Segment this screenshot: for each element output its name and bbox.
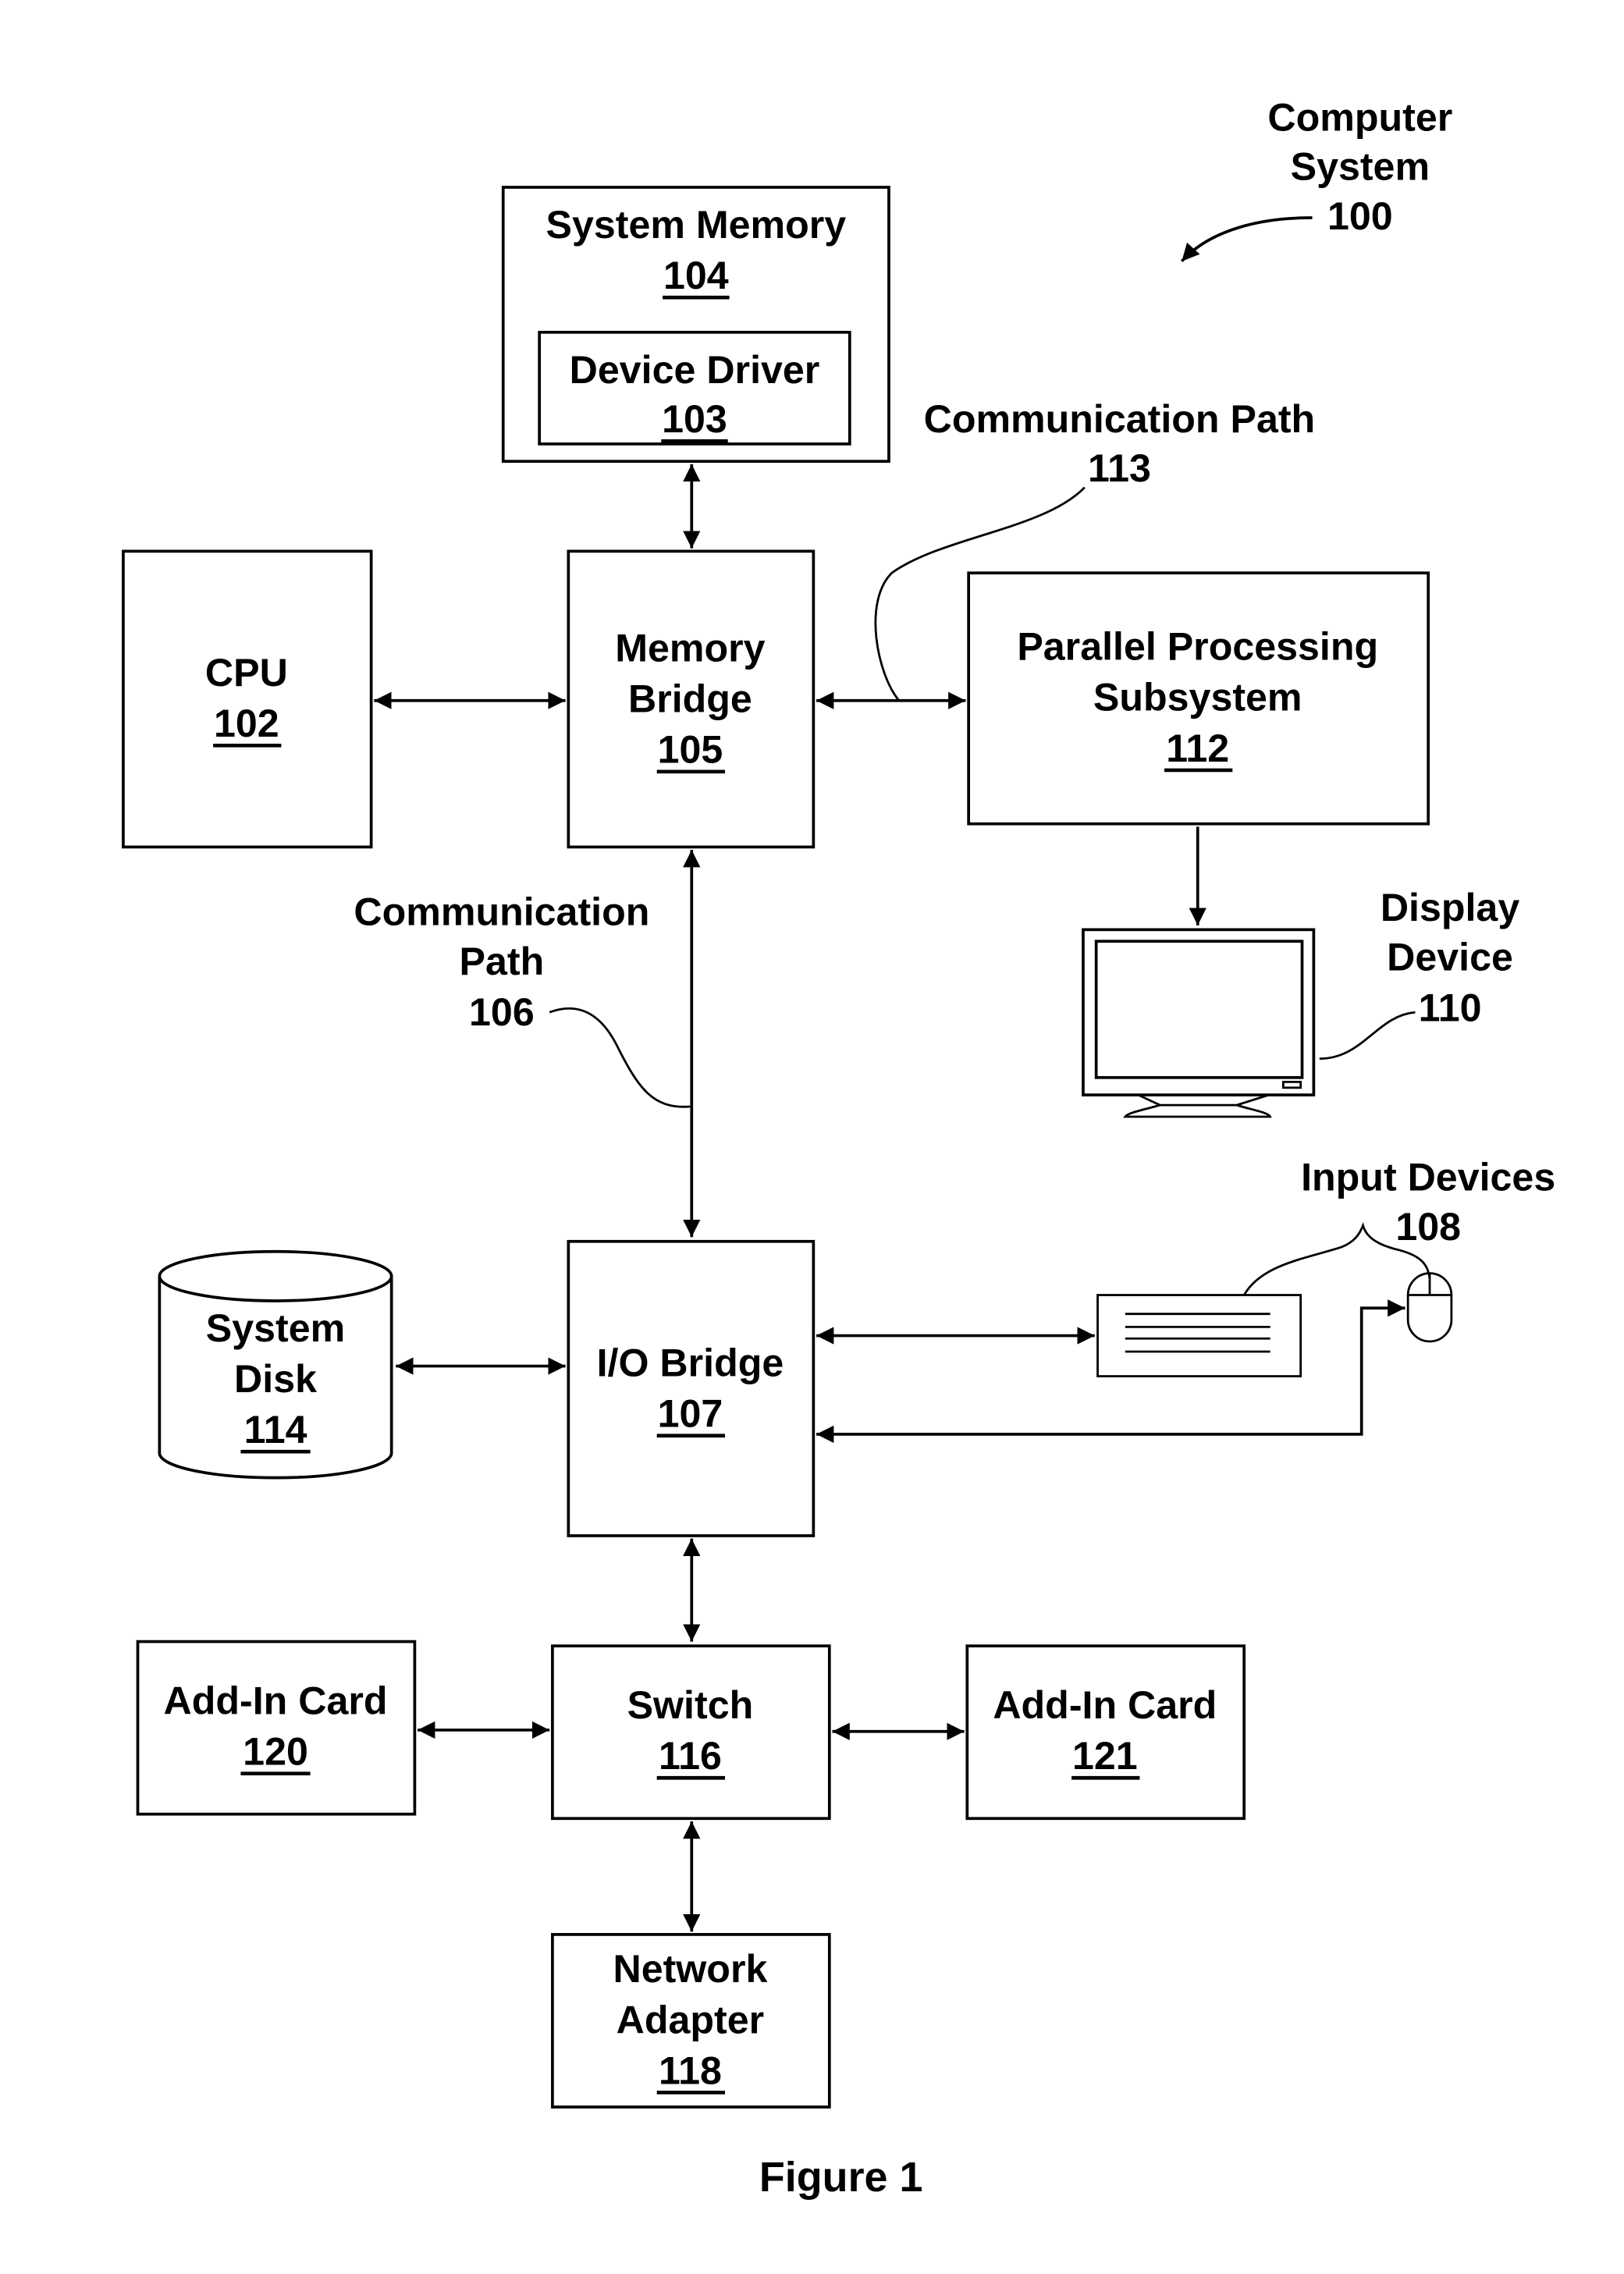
keyboard-icon[interactable] (1096, 1294, 1302, 1377)
title-ref: 100 (1327, 194, 1393, 238)
device-driver-block[interactable]: Device Driver 103 (538, 330, 851, 446)
title-pointer-arrow (1180, 216, 1313, 262)
title-line1: Computer (1267, 96, 1452, 140)
figure-caption: Figure 1 (759, 2154, 923, 2201)
memory-bridge-label-line1: Memory (615, 627, 765, 670)
device-driver-label: Device Driver (570, 348, 820, 392)
add-in-120-ref: 120 (243, 1730, 308, 1774)
system-memory-ref: 104 (663, 254, 729, 297)
display-device-label: Display Device 110 (1319, 886, 1520, 1061)
ppu-label-line2: Subsystem (1093, 676, 1302, 720)
path-106-ref: 106 (469, 990, 535, 1034)
network-adapter-label-line2: Adapter (617, 1998, 765, 2041)
switch-ref: 116 (659, 1734, 722, 1778)
io-bridge-ref: 107 (658, 1392, 723, 1436)
add-in-card-121-block[interactable]: Add-In Card 121 (965, 1644, 1246, 1821)
memory-bridge-block[interactable]: Memory Bridge 105 (567, 549, 816, 849)
system-memory-block[interactable]: System Memory 104 Device Driver 103 (501, 186, 890, 464)
add-in-121-label: Add-In Card (993, 1683, 1217, 1727)
ppu-ref: 112 (1166, 727, 1229, 770)
cpu-label: CPU (205, 651, 288, 695)
ppu-label-line1: Parallel Processing (1017, 625, 1378, 669)
network-adapter-ref: 118 (659, 2048, 722, 2092)
input-devices-ref: 108 (1395, 1205, 1461, 1249)
io-mouse-arrow (816, 1299, 1405, 1444)
path-113-ref: 113 (1088, 446, 1151, 490)
display-leader (1319, 1011, 1416, 1061)
system-disk-block[interactable]: System Disk 114 (158, 1249, 393, 1480)
system-disk-ref: 114 (244, 1408, 307, 1451)
communication-path-106-label: Communication Path 106 (354, 890, 691, 1108)
display-label-line1: Display (1381, 886, 1520, 929)
input-devices-text: Input Devices (1301, 1156, 1555, 1199)
memory-bridge-ref: 105 (658, 728, 723, 772)
display-label-line2: Device (1387, 935, 1513, 979)
device-driver-ref: 103 (662, 397, 727, 441)
cpu-ref: 102 (214, 702, 279, 745)
computer-system-label: Computer System 100 (1180, 96, 1452, 262)
network-adapter-label-line1: Network (613, 1947, 767, 1991)
io-bridge-block[interactable]: I/O Bridge 107 (567, 1239, 816, 1537)
add-in-card-120-block[interactable]: Add-In Card 120 (136, 1640, 417, 1816)
memory-bridge-label-line2: Bridge (628, 677, 752, 721)
switch-block[interactable]: Switch 116 (551, 1644, 831, 1821)
system-memory-label: System Memory (546, 203, 847, 247)
io-bridge-label: I/O Bridge (597, 1341, 784, 1385)
mouse-icon[interactable] (1406, 1272, 1453, 1343)
input-devices-label: Input Devices 108 (1242, 1156, 1555, 1296)
path-106-leader (549, 1007, 691, 1108)
system-disk-label-line1: System (206, 1306, 345, 1350)
display-ref: 110 (1419, 986, 1482, 1029)
parallel-processing-block[interactable]: Parallel Processing Subsystem 112 (967, 571, 1430, 826)
path-113-text: Communication Path (924, 397, 1316, 441)
add-in-121-ref: 121 (1072, 1734, 1138, 1778)
computer-system-diagram: Computer System 100 System Memory 104 De… (122, 96, 1555, 2201)
path-106-line2: Path (460, 940, 545, 983)
display-device-icon[interactable] (1082, 928, 1316, 1118)
system-disk-label-line2: Disk (234, 1357, 317, 1401)
network-adapter-block[interactable]: Network Adapter 118 (551, 1933, 831, 2109)
title-line2: System (1291, 145, 1430, 189)
add-in-120-label: Add-In Card (164, 1679, 388, 1722)
switch-label: Switch (627, 1683, 754, 1727)
cpu-block[interactable]: CPU 102 (122, 549, 373, 849)
path-106-line1: Communication (354, 890, 649, 934)
